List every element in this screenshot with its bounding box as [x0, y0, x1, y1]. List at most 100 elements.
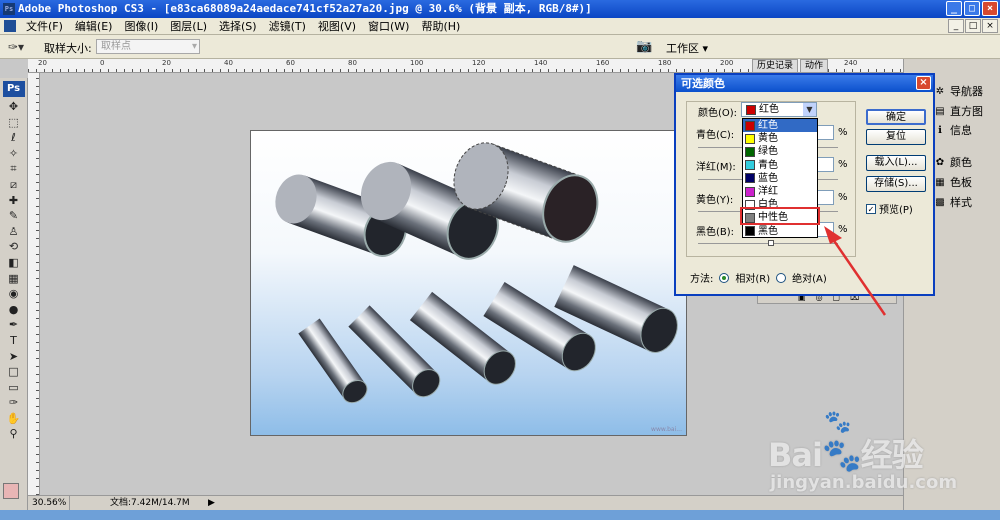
panel-color[interactable]: ✿ 颜色	[934, 155, 972, 171]
tab-history[interactable]: 历史记录	[752, 59, 799, 73]
color-option-label: 洋红	[758, 186, 778, 198]
chevron-down-icon: ▾	[191, 41, 197, 52]
navigator-icon: ✲	[935, 86, 945, 97]
color-option[interactable]: 洋红	[743, 185, 817, 198]
method-relative-label[interactable]: 相对(R)	[735, 270, 770, 285]
color-option[interactable]: 黄色	[743, 132, 817, 145]
panel-info[interactable]: ℹ 信息	[934, 123, 972, 139]
menu-help[interactable]: 帮助(H)	[415, 18, 466, 35]
black-slider[interactable]	[698, 240, 838, 246]
tool-lasso-icon[interactable]: ℓ	[3, 130, 25, 146]
color-option[interactable]: 黑色	[743, 225, 817, 238]
panel-histogram[interactable]: ▤ 直方图	[934, 104, 983, 120]
ruler-tick-label: 60	[286, 59, 295, 67]
steel-tubes-image	[275, 142, 678, 404]
menu-layer[interactable]: 图层(L)	[164, 18, 213, 35]
zoom-level[interactable]: 30.56%	[32, 496, 70, 510]
dialog-title: 可选颜色	[681, 77, 725, 90]
method-label: 方法:	[690, 274, 714, 285]
colors-dropdown[interactable]: 红色 ▼	[741, 102, 817, 117]
method-absolute-radio[interactable]	[776, 272, 787, 283]
tool-gradient-icon[interactable]: ▦	[3, 271, 25, 287]
checkmark-icon[interactable]: ✓	[866, 203, 876, 214]
tool-eraser-icon[interactable]: ◧	[3, 255, 25, 271]
method-relative-radio[interactable]	[719, 272, 730, 283]
load-button[interactable]: 载入(L)...	[866, 155, 926, 171]
dialog-close-button[interactable]: ×	[916, 76, 931, 90]
document-canvas[interactable]: www.bai...	[250, 130, 687, 436]
reset-button[interactable]: 复位	[866, 129, 926, 145]
tab-actions[interactable]: 动作	[800, 59, 829, 73]
black-label: 黑色(B):	[696, 227, 735, 238]
menu-file[interactable]: 文件(F)	[20, 18, 69, 35]
colors-label: 颜色(O):	[698, 108, 738, 119]
workspace-camera-icon[interactable]: 📷	[636, 39, 652, 54]
title-bar: Ps Adobe Photoshop CS3 - [e83ca68089a24a…	[0, 0, 1000, 18]
menu-image[interactable]: 图像(I)	[118, 18, 164, 35]
panel-styles[interactable]: ▩ 样式	[934, 195, 972, 211]
tool-zoom-icon[interactable]: ⚲	[3, 426, 25, 442]
menu-bar: 文件(F) 编辑(E) 图像(I) 图层(L) 选择(S) 滤镜(T) 视图(V…	[0, 18, 1000, 35]
ps-logo: Ps	[2, 81, 25, 97]
color-option-label: 红色	[758, 120, 778, 132]
tool-brush-icon[interactable]: ✎	[3, 208, 25, 224]
panel-navigator[interactable]: ✲ 导航器	[934, 84, 983, 100]
tool-hand-icon[interactable]: ✋	[3, 411, 25, 427]
doc-minimize-button[interactable]: _	[948, 19, 964, 33]
tool-eyedropper-icon[interactable]: ✑	[3, 395, 25, 411]
tool-marquee-icon[interactable]: ⬚	[3, 115, 25, 131]
maximize-button[interactable]: □	[964, 1, 980, 16]
doc-close-button[interactable]: ×	[982, 19, 998, 33]
tool-healing-icon[interactable]: ✚	[3, 193, 25, 209]
method-absolute-label[interactable]: 绝对(A)	[792, 270, 827, 285]
minimize-button[interactable]: _	[946, 1, 962, 16]
tool-blur-icon[interactable]: ◉	[3, 286, 25, 302]
ruler-tick-label: 40	[224, 59, 233, 67]
doc-restore-button[interactable]: □	[965, 19, 981, 33]
yellow-unit: %	[838, 192, 848, 203]
color-swatch	[745, 186, 755, 197]
chevron-down-icon[interactable]: ▼	[803, 103, 816, 116]
document-icon	[4, 20, 16, 32]
preview-checkbox[interactable]: ✓ 预览(P)	[866, 201, 913, 216]
tool-crop-icon[interactable]: ⌗	[3, 161, 25, 177]
cyan-label: 青色(C):	[696, 130, 735, 141]
tool-notes-icon[interactable]: ▭	[3, 380, 25, 396]
status-menu-arrow-icon[interactable]: ▶	[208, 496, 215, 510]
color-option[interactable]: 绿色	[743, 145, 817, 158]
ruler-tick-label: 0	[100, 59, 105, 67]
sample-size-select[interactable]: 取样点 ▾	[96, 39, 200, 54]
magenta-unit: %	[838, 159, 848, 170]
foreground-color-swatch[interactable]	[3, 483, 19, 499]
tool-path-select-icon[interactable]: ➤	[3, 349, 25, 365]
tool-shape-icon[interactable]: □	[3, 364, 25, 380]
panel-swatches[interactable]: ▦ 色板	[934, 175, 972, 191]
black-unit: %	[838, 224, 848, 235]
color-option-label: 绿色	[758, 146, 778, 158]
tool-pen-icon[interactable]: ✒	[3, 317, 25, 333]
color-option[interactable]: 蓝色	[743, 172, 817, 185]
ruler-tick-label: 160	[596, 59, 610, 67]
sample-size-label: 取样大小:	[44, 42, 92, 55]
tool-history-brush-icon[interactable]: ⟲	[3, 239, 25, 255]
ok-button[interactable]: 确定	[866, 109, 926, 125]
tool-dodge-icon[interactable]: ●	[3, 302, 25, 318]
eyedropper-icon[interactable]: ✑▾	[8, 40, 24, 54]
tool-magic-wand-icon[interactable]: ✧	[3, 146, 25, 162]
tool-type-icon[interactable]: T	[3, 333, 25, 349]
tool-slice-icon[interactable]: ⧄	[3, 177, 25, 193]
menu-select[interactable]: 选择(S)	[213, 18, 263, 35]
menu-filter[interactable]: 滤镜(T)	[263, 18, 312, 35]
jingyan-watermark: 🐾 Bai🐾经验 jingyan.baidu.com	[740, 408, 960, 503]
menu-edit[interactable]: 编辑(E)	[69, 18, 119, 35]
black-slider-handle[interactable]	[768, 240, 774, 246]
save-button[interactable]: 存储(S)...	[866, 176, 926, 192]
menu-window[interactable]: 窗口(W)	[362, 18, 415, 35]
tool-stamp-icon[interactable]: ♙	[3, 224, 25, 240]
workspace-menu[interactable]: 工作区 ▾	[666, 40, 708, 56]
tool-move-icon[interactable]: ✥	[3, 99, 25, 115]
color-option[interactable]: 红色	[743, 119, 817, 133]
color-option[interactable]: 青色	[743, 159, 817, 172]
menu-view[interactable]: 视图(V)	[312, 18, 362, 35]
close-button[interactable]: ×	[982, 1, 998, 16]
